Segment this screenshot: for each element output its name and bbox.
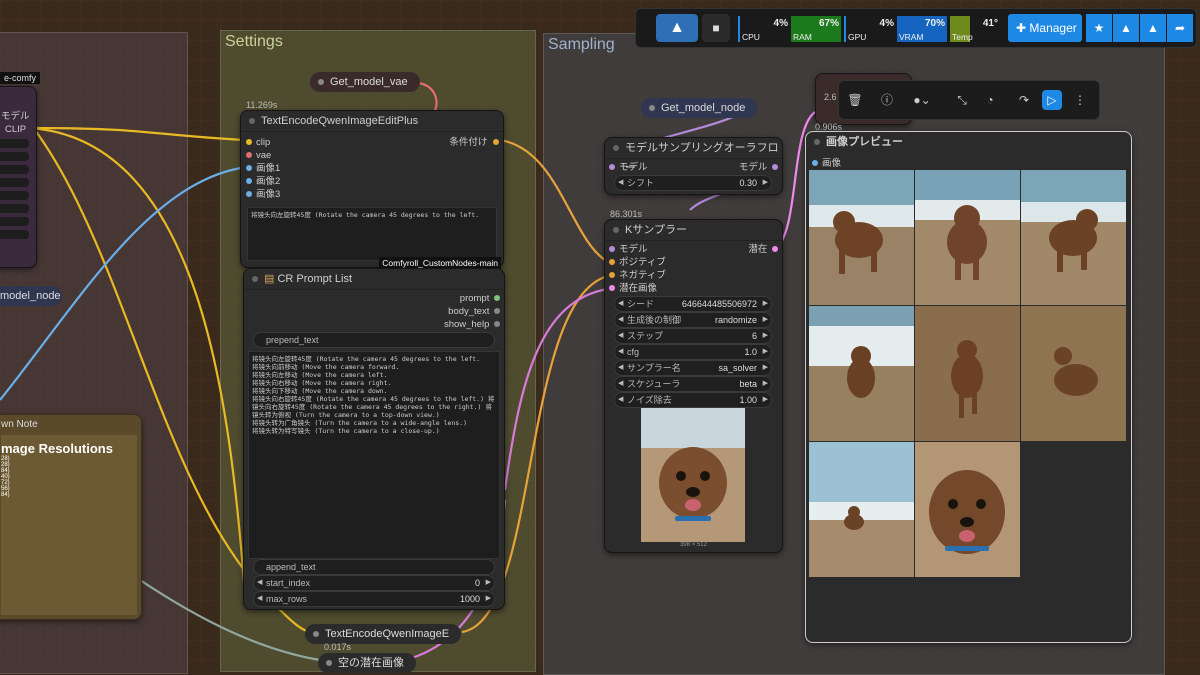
more-icon[interactable]: ⋮ bbox=[1070, 90, 1090, 110]
output-conditioning[interactable]: 条件付け bbox=[449, 137, 499, 149]
run-icon[interactable]: ▷ bbox=[1042, 90, 1062, 110]
collapse-icon[interactable]: ⤡ bbox=[952, 90, 972, 110]
cr-prompt-list-node[interactable]: ▤ CR Prompt List prompt body_text show_h… bbox=[243, 268, 505, 610]
preview-thumb[interactable] bbox=[915, 170, 1020, 305]
preview-thumb[interactable] bbox=[1021, 170, 1126, 305]
widget-stack bbox=[0, 139, 29, 243]
clip-output-label: CLIP bbox=[5, 124, 27, 135]
empty-latent-node[interactable]: 空の潜在画像 bbox=[318, 653, 416, 673]
prepend-text-field[interactable]: prepend_text bbox=[253, 332, 495, 348]
control-after-generate-widget[interactable]: ◀ 生成後の制御 randomize ▶ bbox=[614, 312, 772, 328]
model-input[interactable]: モデル bbox=[609, 162, 648, 174]
output-show-help[interactable]: show_help bbox=[444, 319, 500, 331]
ksampler-latent-output[interactable]: 潜在 bbox=[748, 244, 778, 256]
start-index-widget[interactable]: ◀ start_index 0 ▶ bbox=[253, 575, 495, 591]
ksampler-title: Kサンプラー bbox=[605, 220, 782, 241]
ksampler-latent-input[interactable]: 潜在画像 bbox=[609, 283, 657, 295]
preview-size-label: 398 × 512 bbox=[680, 542, 707, 548]
manager-button[interactable]: ✚ Manager bbox=[1008, 14, 1082, 42]
ksampler-node[interactable]: Kサンプラー モデル ポジティブ ネガティブ 潜在画像 潜在 ◀ シード 64664… bbox=[604, 219, 783, 553]
note-heading: mage Resolutions bbox=[1, 441, 113, 456]
note-title: wn Note bbox=[1, 419, 38, 430]
input-clip[interactable]: clip bbox=[246, 137, 270, 149]
ksampler-model-input[interactable]: モデル bbox=[609, 244, 648, 256]
preview-image-node[interactable]: 画像プレビュー 画像 bbox=[805, 131, 1132, 643]
preview-thumb[interactable] bbox=[809, 306, 914, 441]
puzzle-icon: ✚ bbox=[1016, 21, 1027, 35]
input-image1[interactable]: 画像1 bbox=[246, 163, 280, 175]
input-vae[interactable]: vae bbox=[246, 150, 271, 162]
text-encode-2-node[interactable]: TextEncodeQwenImageE bbox=[305, 624, 462, 644]
text-encode-title: TextEncodeQwenImageEditPlus bbox=[241, 111, 503, 132]
model-output-label: モデル bbox=[1, 111, 30, 122]
text-encode-timing: 11.269s bbox=[246, 100, 278, 110]
ksampler-negative-input[interactable]: ネガティブ bbox=[609, 270, 666, 282]
output-body-text[interactable]: body_text bbox=[448, 306, 500, 318]
checkpoint-loader-node[interactable]: モデル CLIP bbox=[0, 86, 37, 268]
model-output[interactable]: モデル bbox=[739, 162, 778, 174]
cfg-widget[interactable]: ◀ cfg 1.0 ▶ bbox=[614, 344, 772, 360]
bypass-icon[interactable]: ◔ bbox=[980, 90, 1000, 110]
info-icon[interactable]: ⓘ bbox=[877, 90, 897, 110]
ksampler-positive-input[interactable]: ポジティブ bbox=[609, 257, 666, 269]
system-monitor-bar: ▲ ■ 4% CPU 67% RAM 4% GPU 70% VRAM 41° Temp ✚… bbox=[635, 8, 1197, 48]
prompt-list-textarea[interactable]: 将镜头向左旋转45度 (Rotate the camera 45 degrees… bbox=[248, 351, 500, 559]
redo-icon[interactable]: ↷ bbox=[1014, 90, 1034, 110]
input-image2[interactable]: 画像2 bbox=[246, 176, 280, 188]
append-text-field[interactable]: append_text bbox=[253, 559, 495, 575]
ram-meter: 67% RAM bbox=[791, 16, 841, 42]
ksampler-timing: 86.301s bbox=[610, 209, 643, 219]
comfy-logo-button[interactable]: ▲ bbox=[656, 14, 698, 42]
gpu-meter: 4% GPU bbox=[844, 16, 896, 42]
denoise-widget[interactable]: ◀ ノイズ除去 1.00 ▶ bbox=[614, 392, 772, 408]
temp-meter: 41° Temp bbox=[950, 16, 1000, 42]
cr-prompt-list-title: ▤ CR Prompt List bbox=[244, 269, 504, 290]
preview-timing-top: 2.6 bbox=[824, 92, 837, 102]
star-icon[interactable]: ★ bbox=[1086, 14, 1112, 42]
list-icon: ▤ bbox=[264, 273, 278, 285]
max-rows-widget[interactable]: ◀ max_rows 1000 ▶ bbox=[253, 591, 495, 607]
share-icon[interactable]: ➦ bbox=[1167, 14, 1193, 42]
model-node-pill[interactable]: model_node bbox=[0, 286, 62, 306]
preview-thumb[interactable] bbox=[915, 306, 1020, 441]
scheduler-widget[interactable]: ◀ スケジューラ beta ▶ bbox=[614, 376, 772, 392]
get-model-vae-node[interactable]: Get_model_vae bbox=[310, 72, 420, 92]
cpu-meter: 4% CPU bbox=[738, 16, 790, 42]
vram-meter: 70% VRAM bbox=[897, 16, 947, 42]
selection-toolbar: 🗑 ⓘ ●⌄ ⤡ ◔ ↷ ▷ ⋮ bbox=[838, 80, 1100, 120]
model-sampling-title: モデルサンプリングオーラフロー bbox=[605, 138, 782, 174]
seed-widget[interactable]: ◀ シード 646644485506972 ▶ bbox=[614, 296, 772, 312]
model-sampling-node[interactable]: モデルサンプリングオーラフロー モデル モデル ◀ シフト 0.30 ▶ bbox=[604, 137, 783, 195]
model-icon[interactable]: ▲ bbox=[1113, 14, 1139, 42]
model-alt-icon[interactable]: ▲ bbox=[1140, 14, 1166, 42]
text-encode-node[interactable]: TextEncodeQwenImageEditPlus clip vae 画像1… bbox=[240, 110, 504, 269]
queue-icon[interactable]: ■ bbox=[702, 14, 730, 42]
preview-image-input[interactable]: 画像 bbox=[812, 158, 841, 170]
latent-preview-image bbox=[641, 408, 745, 542]
text-encode-2-timing: 0.017s bbox=[324, 642, 352, 652]
preview-thumb[interactable] bbox=[809, 442, 914, 577]
prompt-textarea[interactable]: 将镜头向左旋转45度 (Rotate the camera 45 degrees… bbox=[247, 207, 497, 261]
color-picker-icon[interactable]: ●⌄ bbox=[907, 90, 937, 110]
steps-widget[interactable]: ◀ ステップ 6 ▶ bbox=[614, 328, 772, 344]
comfy-badge: e-comfy bbox=[0, 72, 41, 84]
get-model-node[interactable]: Get_model_node bbox=[641, 98, 758, 118]
note-line: 84) bbox=[1, 492, 10, 498]
note-node[interactable]: wn Note mage Resolutions 28) 28) 84) 40)… bbox=[0, 414, 142, 620]
preview-thumb[interactable] bbox=[1021, 306, 1126, 441]
shift-widget[interactable]: ◀ シフト 0.30 ▶ bbox=[614, 175, 772, 191]
preview-thumb[interactable] bbox=[915, 442, 1020, 577]
note-body: mage Resolutions 28) 28) 84) 40) 72) 56)… bbox=[1, 435, 137, 615]
sampler-name-widget[interactable]: ◀ サンプラー名 sa_solver ▶ bbox=[614, 360, 772, 376]
trash-icon[interactable]: 🗑 bbox=[845, 90, 865, 110]
image-grid[interactable] bbox=[809, 170, 1127, 580]
input-image3[interactable]: 画像3 bbox=[246, 189, 280, 201]
preview-thumb[interactable] bbox=[809, 170, 914, 305]
output-prompt[interactable]: prompt bbox=[460, 293, 500, 305]
preview-image-title: 画像プレビュー bbox=[806, 132, 1131, 152]
